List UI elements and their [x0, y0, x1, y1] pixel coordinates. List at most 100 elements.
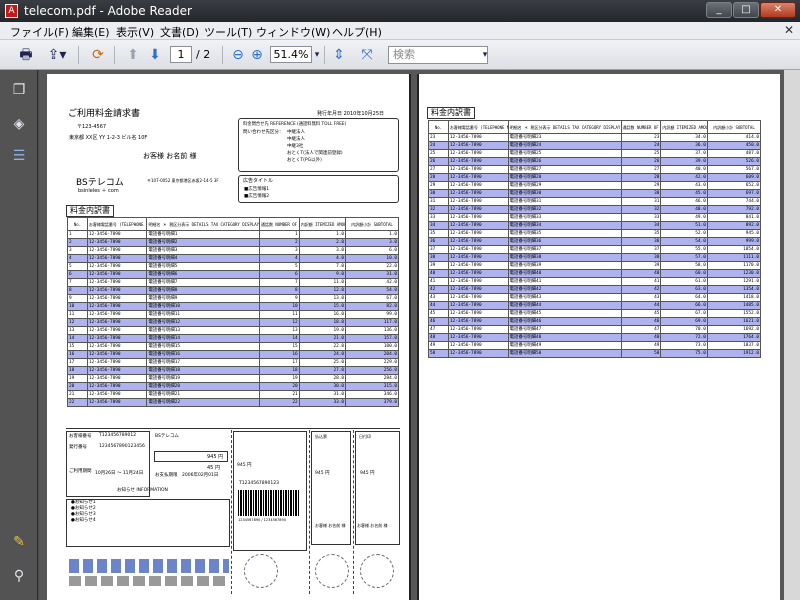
cell-no: 2 [67, 238, 88, 247]
vertical-scrollbar[interactable] [784, 70, 800, 600]
menu-file[interactable]: ファイル(F) [10, 24, 69, 40]
table-row: 47 12-3456-7890 電話番号明細47 47 70.0 1692.0 [428, 325, 762, 334]
fit-page-icon[interactable]: ⤧ [358, 45, 376, 65]
cell-no: 27 [428, 165, 449, 174]
table-row: 45 12-3456-7890 電話番号明細45 45 67.0 1552.0 [428, 309, 762, 318]
cell-amount: 30.0 [298, 382, 347, 391]
menu-view[interactable]: 表示(V) [116, 24, 154, 40]
cell-telephone: 12-3456-7890 [86, 350, 148, 359]
cell-amount: 3.0 [298, 246, 347, 255]
cell-description: 電話番号明細11 [146, 310, 260, 319]
pages-icon[interactable]: ❐ [11, 82, 27, 98]
cell-amount: 69.0 [660, 317, 708, 326]
close-button[interactable]: ✕ [760, 2, 796, 18]
minimize-button[interactable]: _ [706, 2, 732, 18]
cell-description: 電話番号明細45 [507, 309, 622, 318]
navigation-pane: ❐ ◈ ☰ ✎ ⚲ [0, 70, 38, 600]
cell-calls: 4 [258, 254, 300, 263]
slip-amount-copy: 945 円 [237, 463, 252, 468]
next-page-icon[interactable]: ⬇ [146, 45, 164, 65]
document-viewer[interactable]: ご利用料金請求書 発行年月日 2010年10月25日 〒123-4567 東京都… [39, 70, 800, 600]
cell-calls: 38 [620, 253, 662, 262]
cell-description: 電話番号明細33 [507, 213, 622, 222]
cell-amount: 57.0 [660, 253, 708, 262]
zoom-out-icon[interactable]: ⊖ [230, 45, 246, 65]
cell-amount: 58.0 [660, 261, 708, 270]
menu-window[interactable]: ウィンドウ(W) [256, 24, 330, 40]
search-input[interactable]: 検索 [388, 46, 488, 64]
layers-icon[interactable]: ◈ [11, 116, 27, 132]
cell-telephone: 12-3456-7890 [86, 254, 148, 263]
page-number-input[interactable]: 1 [170, 46, 192, 63]
cell-amount: 67.0 [660, 309, 708, 318]
cell-description: 電話番号明細31 [507, 197, 622, 206]
cell-no: 50 [428, 349, 449, 358]
cell-no: 26 [428, 157, 449, 166]
table-row: 3 12-3456-7890 電話番号明細3 3 3.0 6.0 [67, 246, 399, 255]
cell-calls: 6 [258, 270, 300, 279]
cell-subtotal: 450.0 [706, 141, 762, 150]
billing-table-page2: No.お客様電話番号 (TELEPHONE NO.)明細名 ＊ 税区分表示 DE… [428, 120, 762, 358]
cell-amount: 1.0 [298, 230, 347, 239]
cell-amount: 52.0 [660, 229, 708, 238]
menu-tools[interactable]: ツール(T) [204, 24, 252, 40]
zoom-input[interactable]: 51.4% [270, 46, 312, 63]
comments-icon[interactable]: ✎ [11, 534, 27, 550]
cell-amount: 63.0 [660, 285, 708, 294]
cell-no: 19 [67, 374, 88, 383]
collaborate-icon[interactable]: ⟳ [88, 45, 108, 65]
toolbar-separator [114, 46, 115, 64]
bookmarks-icon[interactable]: ☰ [11, 148, 27, 164]
cell-calls: 40 [620, 269, 662, 278]
column-header: No. [67, 217, 88, 231]
menu-edit[interactable]: 編集(E) [72, 24, 110, 40]
cell-no: 36 [428, 237, 449, 246]
table-row: 29 12-3456-7890 電話番号明細29 29 43.0 652.0 [428, 181, 762, 190]
menu-help[interactable]: ヘルプ(H) [332, 24, 382, 40]
scroll-mode-icon[interactable]: ⇕ [330, 45, 348, 65]
share-icon[interactable]: ⇪▾ [44, 45, 70, 65]
table-row: 44 12-3456-7890 電話番号明細44 44 66.0 1485.0 [428, 301, 762, 310]
print-icon[interactable]: 🖶 [16, 45, 36, 65]
menu-document[interactable]: 文書(D) [160, 24, 199, 40]
cell-description: 電話番号明細44 [507, 301, 622, 310]
customer-number-label: お客様番号 [69, 434, 92, 439]
column-header: お客様電話番号 (TELEPHONE NO.) [86, 217, 148, 231]
cell-subtotal: 6.0 [345, 246, 399, 255]
cell-no: 24 [428, 141, 449, 150]
cell-amount: 34.0 [660, 133, 708, 142]
attachments-icon[interactable]: ⚲ [11, 568, 27, 584]
cell-telephone: 12-3456-7890 [447, 173, 509, 182]
cell-calls: 17 [258, 358, 300, 367]
cell-telephone: 12-3456-7890 [86, 246, 148, 255]
cell-telephone: 12-3456-7890 [86, 238, 148, 247]
cell-calls: 46 [620, 317, 662, 326]
close-document-icon[interactable]: ✕ [784, 23, 794, 37]
company-address: 〒107-0052 東京都港区赤坂2-14-5 3F [147, 178, 219, 183]
cell-calls: 26 [620, 157, 662, 166]
table-row: 11 12-3456-7890 電話番号明細11 11 16.0 99.0 [67, 310, 399, 319]
invoice-title: ご利用料金請求書 [68, 109, 141, 119]
cell-subtotal: 1912.0 [706, 349, 762, 358]
cell-telephone: 12-3456-7890 [447, 325, 509, 334]
table-row: 9 12-3456-7890 電話番号明細9 9 13.0 67.0 [67, 294, 399, 303]
cell-subtotal: 379.0 [345, 398, 399, 407]
column-header: お客様電話番号 (TELEPHONE NO.) [447, 120, 509, 134]
cell-no: 30 [428, 189, 449, 198]
cell-description: 電話番号明細30 [507, 189, 622, 198]
cell-no: 8 [67, 286, 88, 295]
table-row: 7 12-3456-7890 電話番号明細7 7 11.0 42.0 [67, 278, 399, 287]
cell-no: 4 [67, 254, 88, 263]
search-dropdown-icon[interactable]: ▾ [480, 45, 490, 65]
zoom-dropdown-icon[interactable]: ▾ [312, 45, 322, 65]
cell-calls: 20 [258, 382, 300, 391]
maximize-button[interactable]: □ [733, 2, 759, 18]
toolbar-separator [222, 46, 223, 64]
zoom-in-icon[interactable]: ⊕ [249, 45, 265, 65]
cell-calls: 32 [620, 205, 662, 214]
cell-amount: 73.0 [660, 341, 708, 350]
previous-page-icon[interactable]: ⬆ [124, 45, 142, 65]
title-bar[interactable]: A telecom.pdf - Adobe Reader _ □ ✕ [0, 0, 800, 22]
cell-subtotal: 1621.0 [706, 317, 762, 326]
cell-calls: 49 [620, 341, 662, 350]
